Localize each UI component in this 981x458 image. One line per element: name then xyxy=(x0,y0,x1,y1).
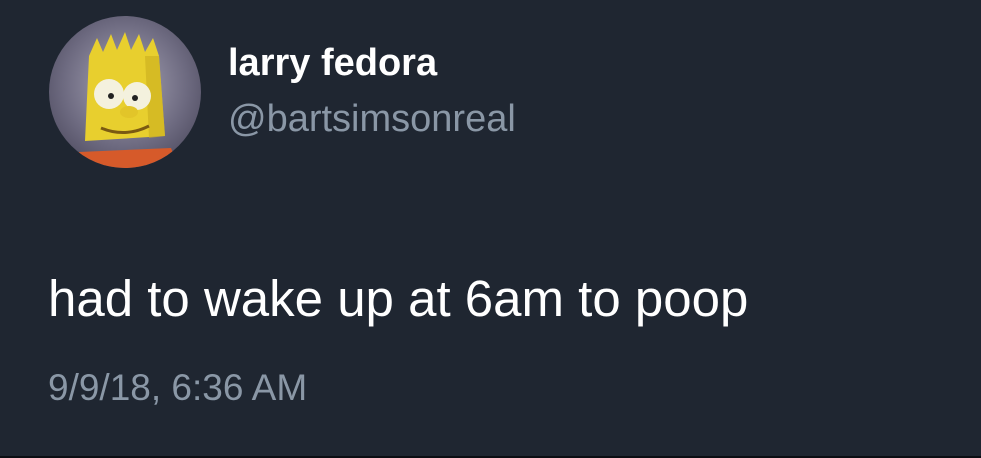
author-handle[interactable]: @bartsimsonreal xyxy=(228,96,516,142)
avatar[interactable] xyxy=(49,16,201,168)
tweet-timestamp[interactable]: 9/9/18, 6:36 AM xyxy=(48,366,307,410)
cartoon-character-avatar-icon xyxy=(71,32,179,168)
tweet-text: had to wake up at 6am to poop xyxy=(48,270,749,327)
author-display-name[interactable]: larry fedora xyxy=(228,40,437,86)
tweet-card: larry fedora @bartsimsonreal had to wake… xyxy=(0,0,981,458)
